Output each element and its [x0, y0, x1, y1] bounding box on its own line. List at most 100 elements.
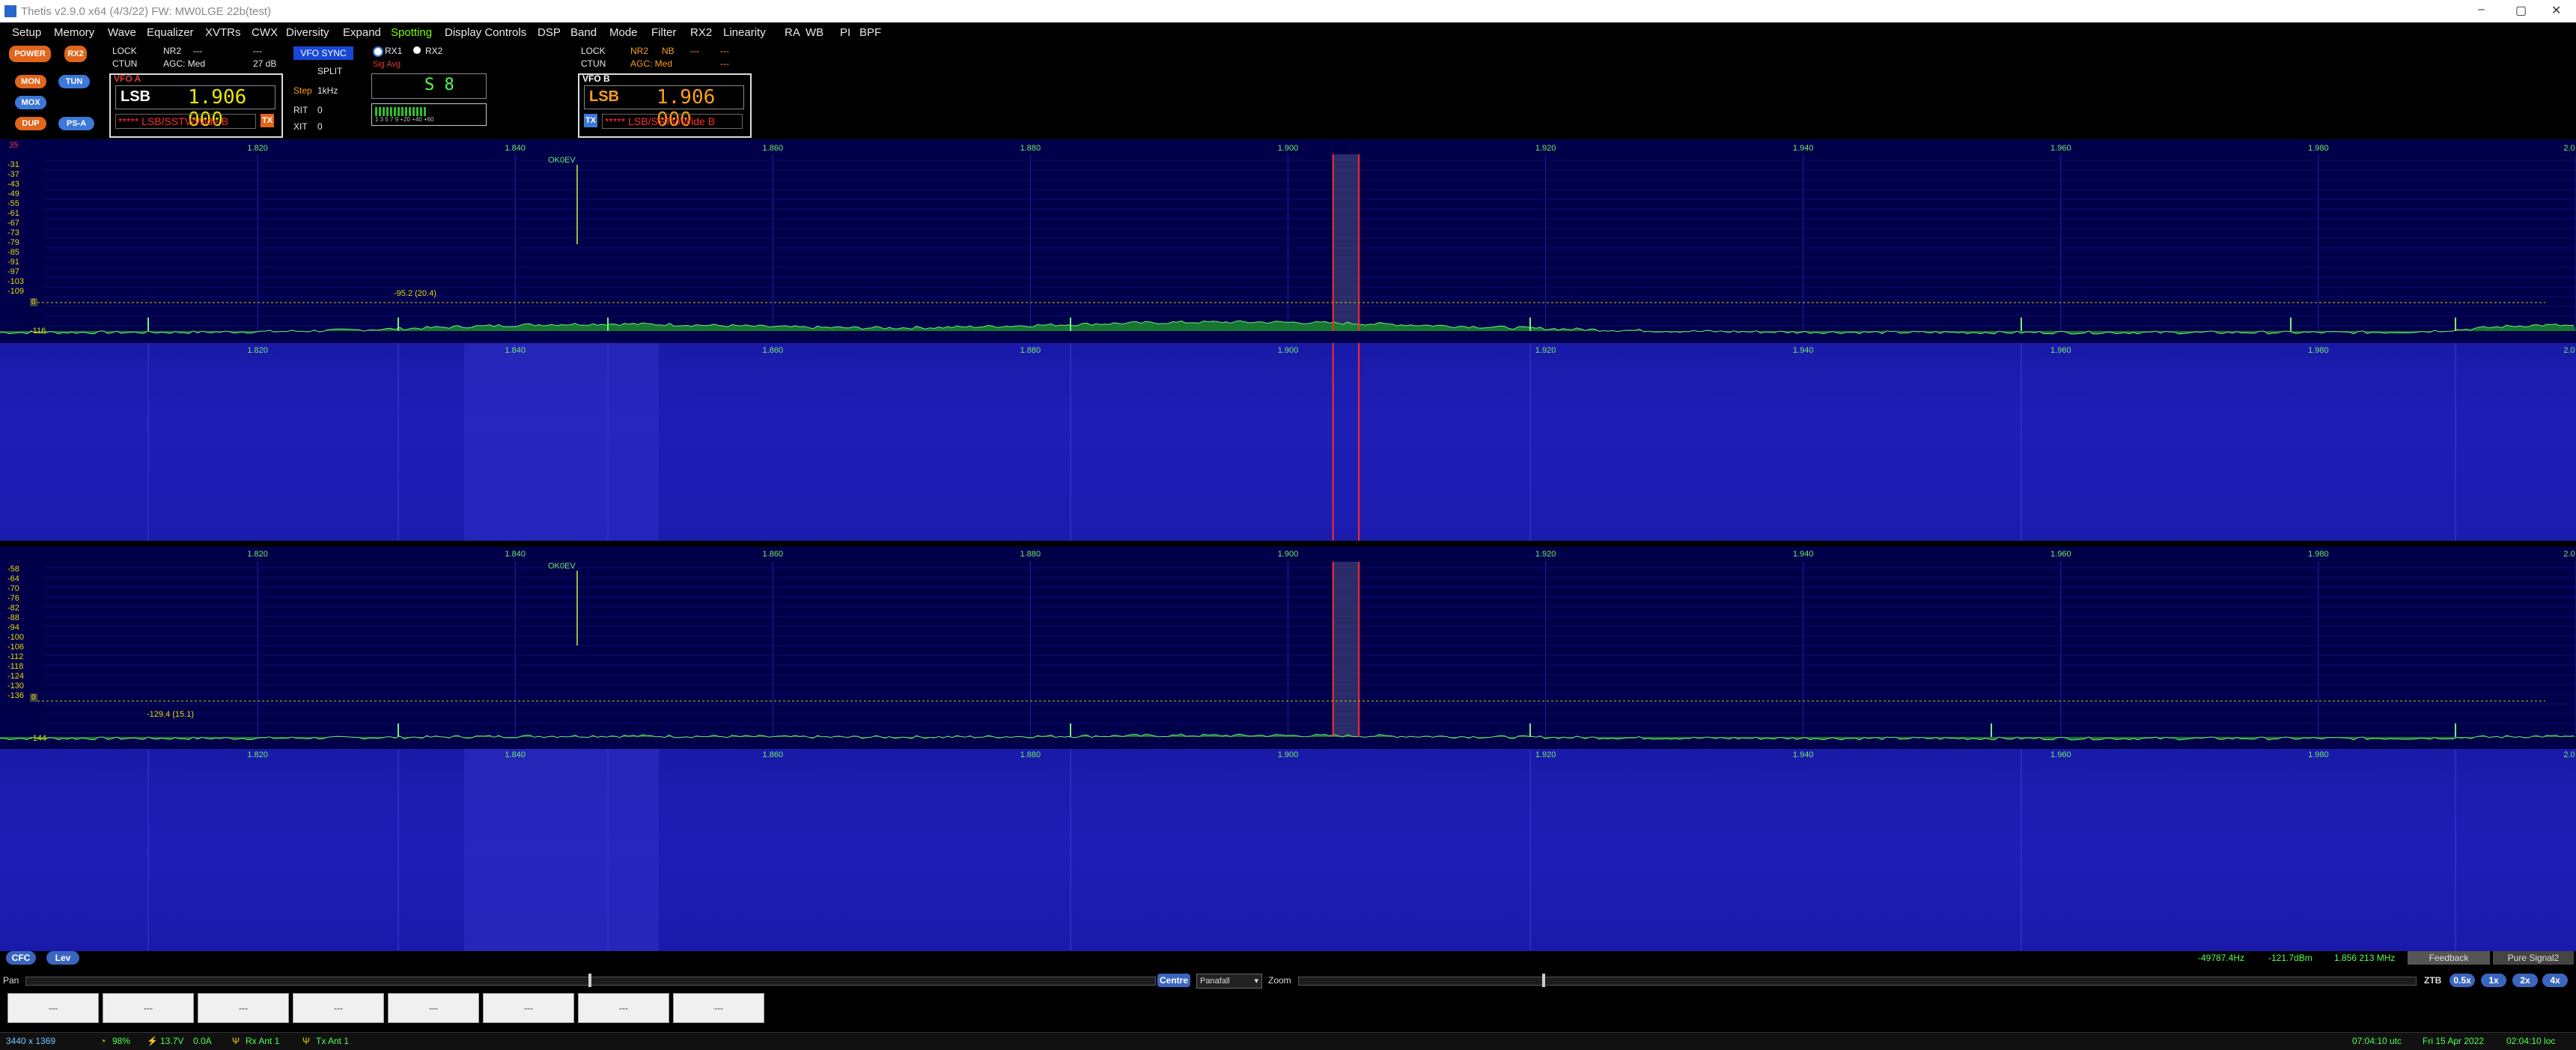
- rx-antenna-readout[interactable]: Rx Ant 1: [246, 1036, 279, 1046]
- rx1-nr2-label[interactable]: NR2: [163, 46, 181, 56]
- memory-slot-button[interactable]: ---: [578, 993, 669, 1023]
- menu-item-expand[interactable]: Expand: [343, 26, 381, 39]
- memory-slot-button[interactable]: ---: [483, 993, 574, 1023]
- rx1-lock-label[interactable]: LOCK: [112, 46, 137, 56]
- menu-item-bpf[interactable]: BPF: [859, 26, 881, 39]
- rx2-agc-label[interactable]: AGC: Med: [630, 58, 672, 69]
- memory-slot-button[interactable]: ---: [7, 993, 99, 1023]
- power-button[interactable]: POWER: [9, 46, 51, 62]
- rx2-radio[interactable]: [413, 46, 421, 54]
- rx1-spectrum[interactable]: [0, 139, 2576, 343]
- display-mode-select[interactable]: Panafall ▾: [1196, 974, 1262, 989]
- rx2-marker-label[interactable]: 0: [30, 694, 37, 702]
- db-tick-label: -118: [7, 662, 24, 671]
- lev-button[interactable]: Lev: [46, 951, 79, 965]
- rx2-peak-marker: -129.4 (15.1): [147, 710, 194, 719]
- rx2-lock-label[interactable]: LOCK: [581, 46, 606, 56]
- menu-item-wb[interactable]: WB: [806, 26, 823, 39]
- maximize-button[interactable]: ▢: [2515, 3, 2527, 18]
- menu-item-pi[interactable]: PI: [840, 26, 850, 39]
- menu-item-xvtrs[interactable]: XVTRs: [205, 26, 241, 39]
- cfc-button[interactable]: CFC: [6, 951, 36, 965]
- db-tick-label: -31: [7, 160, 19, 169]
- vfo-a-display[interactable]: LSB 1.906 000: [115, 85, 275, 131]
- rit-label[interactable]: RIT: [293, 105, 308, 115]
- mox-button[interactable]: MOX: [15, 96, 46, 109]
- tun-button[interactable]: TUN: [58, 75, 90, 88]
- menu-item-display-controls[interactable]: Display Controls: [445, 26, 526, 39]
- memory-slot-button[interactable]: ---: [293, 993, 384, 1023]
- minimize-button[interactable]: –: [2478, 3, 2485, 16]
- memory-slot-button[interactable]: ---: [103, 993, 194, 1023]
- close-button[interactable]: ✕: [2551, 3, 2561, 18]
- rx2-panafall[interactable]: -58 -64 -70 -76 -82 -88 -94 -100 -106 -112 -118 -12…: [0, 547, 2576, 951]
- menu-bar: Setup Memory Wave Equalizer XVTRs CWX Diversit…: [0, 22, 2576, 43]
- menu-item-linearity[interactable]: Linearity: [723, 26, 766, 39]
- menu-item-filter[interactable]: Filter: [651, 26, 676, 39]
- rx2-waterfall[interactable]: [0, 749, 2576, 951]
- db-tick-label: -73: [7, 228, 19, 237]
- feedback-button[interactable]: Feedback: [2408, 951, 2490, 965]
- dup-button[interactable]: DUP: [15, 117, 46, 130]
- menu-item-rx2[interactable]: RX2: [690, 26, 712, 39]
- tx-antenna-readout[interactable]: Tx Ant 1: [316, 1036, 349, 1046]
- zoom-slider-thumb[interactable]: [1542, 974, 1545, 987]
- rx1-ctun-label[interactable]: CTUN: [112, 58, 137, 69]
- rx1-agc-label[interactable]: AGC: Med: [163, 58, 205, 69]
- sig-avg-selector[interactable]: Sig Avg: [373, 60, 401, 69]
- vfo-b-tx-button[interactable]: TX: [584, 114, 597, 127]
- memory-slot-button[interactable]: ---: [673, 993, 764, 1023]
- vfo-b-display[interactable]: LSB 1.906 000: [584, 85, 744, 131]
- rx1-radio[interactable]: [373, 46, 383, 57]
- vfo-sync-button[interactable]: VFO SYNC: [293, 46, 353, 60]
- zoom-0-5x-button[interactable]: 0.5x: [2449, 974, 2475, 987]
- rx2-ctun-label[interactable]: CTUN: [581, 58, 606, 69]
- rx2-nb-label[interactable]: NB: [662, 46, 675, 56]
- menu-item-mode[interactable]: Mode: [609, 26, 638, 39]
- menu-item-equalizer[interactable]: Equalizer: [147, 26, 194, 39]
- rx2-nr2-label[interactable]: NR2: [630, 46, 648, 56]
- rx2-spectrum[interactable]: [0, 547, 2576, 749]
- pure-signal-button[interactable]: Pure Signal2: [2493, 951, 2574, 965]
- split-button[interactable]: SPLIT: [317, 66, 342, 76]
- rx1-waterfall[interactable]: [0, 343, 2576, 541]
- app-icon: [4, 5, 16, 17]
- menu-item-spotting[interactable]: Spotting: [391, 26, 432, 39]
- zoom-slider[interactable]: [1298, 977, 2417, 986]
- pan-slider-thumb[interactable]: [588, 974, 591, 987]
- vfo-b-mode[interactable]: LSB: [589, 88, 619, 106]
- menu-item-ra[interactable]: RA: [785, 26, 800, 39]
- rx2-freq-axis-bottom: 1.820 1.840 1.860 1.880 1.900 1.920 1.940 1.960…: [0, 750, 2576, 761]
- psa-button[interactable]: PS-A: [58, 117, 94, 130]
- xit-label[interactable]: XIT: [293, 121, 308, 132]
- vfo-a-tx-button[interactable]: TX: [261, 114, 274, 127]
- rx1-panafall[interactable]: 35 -31 -37 -43 -49 -55 -61 -67 -73 -79 -85 -91 -97-…: [0, 139, 2576, 541]
- memory-slot-button[interactable]: ---: [198, 993, 289, 1023]
- ztb-label[interactable]: ZTB: [2424, 975, 2441, 986]
- rx1-spot-label[interactable]: OK0EV: [548, 156, 576, 165]
- menu-item-diversity[interactable]: Diversity: [286, 26, 329, 39]
- vfo-a-filter-info[interactable]: ***** LSB/SSTV/Wide B: [115, 114, 256, 129]
- memory-slot-button[interactable]: ---: [388, 993, 479, 1023]
- rx2-spot-label[interactable]: OK0EV: [548, 562, 576, 571]
- zoom-4x-button[interactable]: 4x: [2542, 974, 2568, 987]
- rx2-button[interactable]: RX2: [64, 46, 87, 62]
- xit-value[interactable]: 0: [317, 121, 323, 132]
- centre-button[interactable]: Centre: [1157, 974, 1190, 987]
- vfo-b-filter-info[interactable]: ***** LSB/SSTV/Wide B: [602, 114, 743, 129]
- db-tick-label: -85: [7, 248, 19, 257]
- zoom-2x-button[interactable]: 2x: [2512, 974, 2538, 987]
- vfo-a-mode[interactable]: LSB: [121, 88, 150, 106]
- db-tick-label: -112: [7, 652, 24, 661]
- menu-item-memory[interactable]: Memory: [54, 26, 94, 39]
- menu-item-setup[interactable]: Setup: [12, 26, 41, 39]
- mon-button[interactable]: MON: [15, 75, 46, 88]
- menu-item-cwx[interactable]: CWX: [252, 26, 278, 39]
- rx1-marker-label[interactable]: 0: [30, 298, 37, 306]
- menu-item-band[interactable]: Band: [570, 26, 597, 39]
- menu-item-wave[interactable]: Wave: [108, 26, 136, 39]
- menu-item-dsp[interactable]: DSP: [538, 26, 561, 39]
- zoom-1x-button[interactable]: 1x: [2481, 974, 2506, 987]
- rit-value[interactable]: 0: [317, 105, 323, 115]
- step-value[interactable]: 1kHz: [317, 85, 338, 96]
